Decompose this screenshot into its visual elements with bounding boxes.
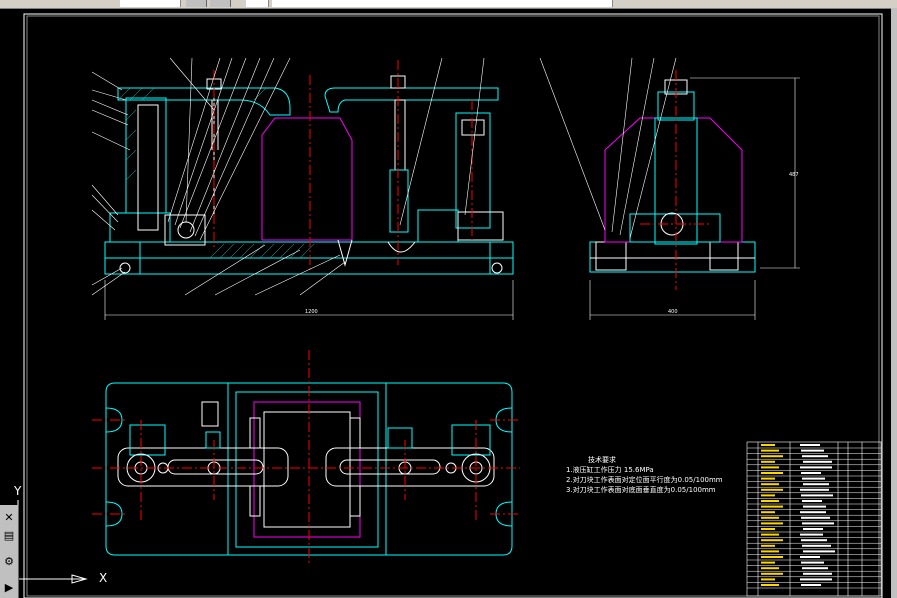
table-cell-mark [761,455,783,458]
front-dimension-label: 1200 [305,309,318,315]
table-cell-mark [800,444,820,446]
table-cell-mark [803,483,829,486]
side-leaders [539,57,677,239]
side-view [589,79,756,273]
top-centerlines [92,350,520,565]
table-cell-mark [803,550,835,553]
table-cell-mark [761,567,779,570]
tool-palette: ✕ ▤ ⚙ ▶ [0,505,19,598]
layer-icon[interactable]: ▤ [1,527,17,543]
table-cell-mark [801,584,821,586]
note-line-2: 2.对刀块工作表面对定位面平行度为0.05/100mm [566,476,723,484]
front-hatching [117,87,315,259]
table-cell-mark [802,500,822,502]
table-cell-mark [801,472,821,474]
table-cell-mark [800,466,832,469]
ucs-x-label: X [99,571,108,585]
table-cell-mark [802,567,828,570]
table-cell-mark [761,533,779,536]
ucs-icon [17,500,88,584]
drawing-frame [23,13,883,598]
close-icon[interactable]: ✕ [1,509,17,525]
table-cell-mark [761,578,775,581]
side-height-label: 487 [789,172,799,178]
table-cell-mark [761,539,783,542]
table-cell-mark [761,516,779,519]
table-cell-mark [761,584,779,586]
table-cell-mark [761,505,783,508]
notes-title: 技术要求 [588,456,616,464]
table-cell-mark [803,505,826,508]
table-cell-mark [802,544,831,547]
table-cell-mark [802,455,828,458]
front-leaders [91,57,485,296]
table-cell-mark [800,488,829,491]
table-cell-mark [800,511,826,514]
table-cell-mark [761,572,783,575]
table-cell-mark [761,460,775,463]
table-cell-mark [761,511,775,514]
front-view [104,75,514,275]
table-cell-mark [761,494,775,497]
table-cell-mark [801,494,833,497]
table-cell-mark [802,477,825,480]
table-cell-mark [761,483,779,486]
side-dimension-label: 400 [668,309,678,315]
note-line-3: 3.对刀块工作表面对底面垂直度为0.05/100mm [566,486,716,494]
table-cell-mark [761,561,775,564]
side-centerlines [640,70,710,290]
table-cell-mark [761,477,775,480]
note-line-1: 1.液压缸工作压力 15.6MPa [566,466,654,474]
side-dimensions [589,77,800,320]
table-cell-mark [761,544,775,547]
table-cell-mark [761,556,783,558]
cad-viewport[interactable]: 1200 400 487 技术要求 1.液压缸工作压力 15.6MPa 2.对刀… [0,0,897,598]
table-cell-mark [761,528,775,530]
table-cell-mark [801,561,824,564]
drawing-canvas: 1200 400 487 [23,13,883,598]
table-cell-mark [801,539,827,542]
table-cell-mark [802,522,834,525]
table-cell-mark [803,528,823,530]
table-cell-mark [761,472,783,474]
properties-icon[interactable]: ⚙ [1,553,17,569]
table-cell-mark [761,550,779,553]
table-cell-mark [803,460,832,463]
technical-notes: 技术要求 1.液压缸工作压力 15.6MPa 2.对刀块工作表面对定位面平行度为… [566,455,723,495]
table-cell-mark [800,533,823,536]
table-cell-mark [800,556,820,558]
table-cell-mark [761,522,783,525]
table-cell-mark [801,516,830,519]
table-cell-mark [761,500,779,502]
table-cell-mark [761,466,779,469]
table-cell-mark [801,449,824,452]
expand-icon[interactable]: ▶ [1,579,17,595]
table-cell-mark [803,572,832,575]
table-cell-mark [761,488,783,491]
table-cell-mark [761,449,779,452]
table-cell-mark [800,578,832,581]
table-cell-mark [761,444,775,446]
